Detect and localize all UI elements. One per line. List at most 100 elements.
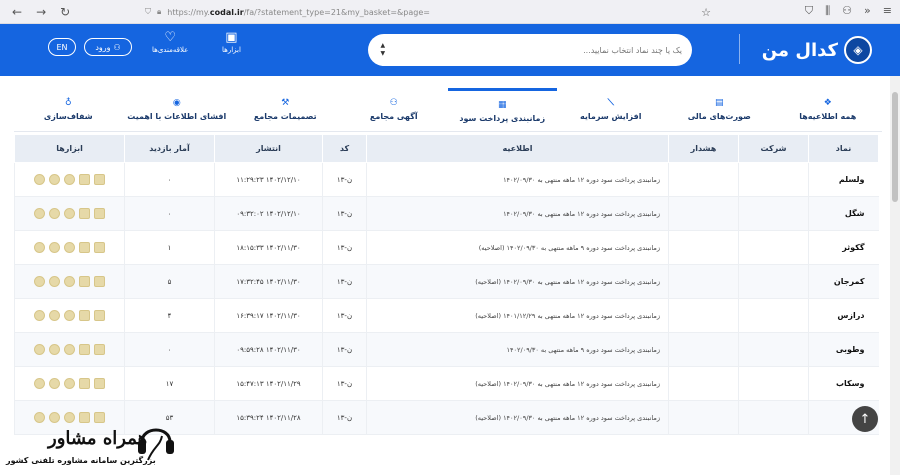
comment-icon[interactable] (49, 378, 60, 389)
notice-title-cell[interactable]: زمانبندی پرداخت سود دوره ۹ ماهه منتهی به… (366, 332, 669, 367)
comment-icon[interactable] (49, 276, 60, 287)
attach-icon[interactable] (34, 276, 45, 287)
tab-clarification[interactable]: ♁ شفاف‌سازی (14, 88, 123, 131)
comment-icon[interactable] (49, 310, 60, 321)
pdf-icon[interactable] (79, 174, 90, 185)
notice-title-cell[interactable]: زمانبندی پرداخت سود دوره ۱۲ ماهه منتهی ب… (366, 162, 669, 197)
tab-material-disclosure[interactable]: ◉ افشای اطلاعات با اهمیت (123, 88, 232, 131)
settings-icon[interactable] (64, 310, 75, 321)
pdf-icon[interactable] (79, 242, 90, 253)
heart-icon: ♡ (164, 30, 176, 45)
column-header-tools[interactable]: ابزارها (14, 134, 125, 163)
chevron-down-icon[interactable]: ▼ (378, 50, 388, 58)
pdf-icon[interactable] (79, 208, 90, 219)
overflow-icon[interactable]: » (864, 4, 871, 18)
column-header-symbol[interactable]: نماد (808, 134, 879, 163)
attach-icon[interactable] (34, 242, 45, 253)
favorites-button[interactable]: ♡ علاقه‌مندی‌ها (152, 30, 188, 54)
pdf-icon[interactable] (79, 276, 90, 287)
search-input[interactable] (387, 45, 682, 55)
settings-icon[interactable] (64, 242, 75, 253)
settings-icon[interactable] (64, 208, 75, 219)
excel-icon[interactable] (94, 276, 105, 287)
reload-icon[interactable]: ↻ (60, 5, 70, 19)
scroll-to-top-button[interactable]: ↑ (852, 406, 878, 432)
settings-icon[interactable] (64, 276, 75, 287)
chevron-up-icon[interactable]: ▲ (378, 42, 388, 50)
notice-title-cell[interactable]: زمانبندی پرداخت سود دوره ۱۲ ماهه منتهی ب… (366, 298, 669, 333)
table-row[interactable]: وطوبی زمانبندی پرداخت سود دوره ۹ ماهه منت… (14, 332, 879, 367)
tab-assembly-decisions[interactable]: ⚒ تصمیمات مجامع (231, 88, 340, 131)
excel-icon[interactable] (94, 344, 105, 355)
excel-icon[interactable] (94, 310, 105, 321)
column-header-code[interactable]: کد (322, 134, 367, 163)
tab-dividend-schedule[interactable]: ▦ زمانبندی پرداخت سود (448, 88, 557, 131)
pdf-icon[interactable] (79, 310, 90, 321)
symbol-cell[interactable]: شگل (808, 196, 879, 231)
notice-title-cell[interactable]: زمانبندی پرداخت سود دوره ۱۲ ماهه منتهی ب… (366, 264, 669, 299)
menu-icon[interactable]: ≡ (883, 4, 892, 18)
column-header-company[interactable]: شرکت (738, 134, 809, 163)
column-header-notice[interactable]: اطلاعیه (366, 134, 669, 163)
comment-icon[interactable] (49, 344, 60, 355)
symbol-search[interactable]: ▲ ▼ (368, 34, 692, 66)
tab-all-notices[interactable]: ❖ همه اطلاعیه‌ها (774, 88, 883, 131)
symbol-cell[interactable]: ولسلم (808, 162, 879, 197)
excel-icon[interactable] (94, 208, 105, 219)
table-row[interactable]: درازس زمانبندی پرداخت سود دوره ۱۲ ماهه من… (14, 298, 879, 333)
tab-capital-increase[interactable]: ⟋ افزایش سرمایه (557, 88, 666, 131)
notice-title-cell[interactable]: زمانبندی پرداخت سود دوره ۱۲ ماهه منتهی ب… (366, 366, 669, 401)
address-bar[interactable]: ⛉ 🔒︎ https://my.codal.ir/fa/?statement_t… (145, 3, 715, 21)
language-button[interactable]: EN (48, 38, 76, 56)
settings-icon[interactable] (64, 344, 75, 355)
excel-icon[interactable] (94, 242, 105, 253)
bookmark-star-icon[interactable]: ☆ (701, 6, 711, 19)
login-button[interactable]: ورود ⚇ (84, 38, 132, 56)
account-icon[interactable]: ⚇ (842, 4, 852, 18)
attach-icon[interactable] (34, 310, 45, 321)
search-stepper[interactable]: ▲ ▼ (378, 42, 388, 58)
symbol-cell[interactable]: وسکاب (808, 366, 879, 401)
library-icon[interactable]: ⫼ (825, 4, 830, 18)
tools-cell (14, 162, 125, 197)
notice-title-cell[interactable]: زمانبندی پرداخت سود دوره ۱۲ ماهه منتهی ب… (366, 400, 669, 435)
column-header-warning[interactable]: هشدار (668, 134, 739, 163)
attach-icon[interactable] (34, 378, 45, 389)
settings-icon[interactable] (64, 378, 75, 389)
attach-icon[interactable] (34, 208, 45, 219)
symbol-cell[interactable]: کمرجان (808, 264, 879, 299)
page-scrollbar[interactable] (890, 76, 900, 475)
notice-title-cell[interactable]: زمانبندی پرداخت سود دوره ۹ ماهه منتهی به… (366, 230, 669, 265)
excel-icon[interactable] (94, 378, 105, 389)
pdf-icon[interactable] (79, 344, 90, 355)
comment-icon[interactable] (49, 174, 60, 185)
tab-financial-statements[interactable]: ▤ صورت‌های مالی (665, 88, 774, 131)
logo-text: کدال من (761, 39, 838, 61)
notice-title-cell[interactable]: زمانبندی پرداخت سود دوره ۱۲ ماهه منتهی ب… (366, 196, 669, 231)
site-logo[interactable]: ◈ کدال من (762, 33, 872, 67)
symbol-cell[interactable]: درازس (808, 298, 879, 333)
symbol-cell[interactable]: گکوثر (808, 230, 879, 265)
comment-icon[interactable] (49, 208, 60, 219)
column-header-views[interactable]: آمار بازدید (124, 134, 215, 163)
symbol-cell[interactable]: وطوبی (808, 332, 879, 367)
table-row[interactable]: ولسلم زمانبندی پرداخت سود دوره ۱۲ ماهه من… (14, 162, 879, 197)
attach-icon[interactable] (34, 344, 45, 355)
column-header-published[interactable]: انتشار (214, 134, 323, 163)
table-row[interactable]: شگل زمانبندی پرداخت سود دوره ۱۲ ماهه منته… (14, 196, 879, 231)
table-row[interactable]: گکوثر زمانبندی پرداخت سود دوره ۹ ماهه منت… (14, 230, 879, 265)
forward-icon[interactable]: → (36, 5, 46, 19)
back-icon[interactable]: ← (12, 5, 22, 19)
excel-icon[interactable] (94, 174, 105, 185)
scrollbar-thumb[interactable] (892, 92, 898, 202)
tools-button[interactable]: ▣ ابزارها (222, 30, 241, 54)
settings-icon[interactable] (64, 174, 75, 185)
comment-icon[interactable] (49, 242, 60, 253)
attach-icon[interactable] (34, 174, 45, 185)
pdf-icon[interactable] (79, 378, 90, 389)
table-row[interactable]: وسکاب زمانبندی پرداخت سود دوره ۱۲ ماهه من… (14, 366, 879, 401)
table-row[interactable]: کمرجان زمانبندی پرداخت سود دوره ۱۲ ماهه م… (14, 264, 879, 299)
pocket-icon[interactable]: ⛉ (805, 4, 813, 18)
views-cell: ۴ (124, 298, 215, 333)
tab-assembly-notices[interactable]: ⚇ آگهی مجامع (340, 88, 449, 131)
